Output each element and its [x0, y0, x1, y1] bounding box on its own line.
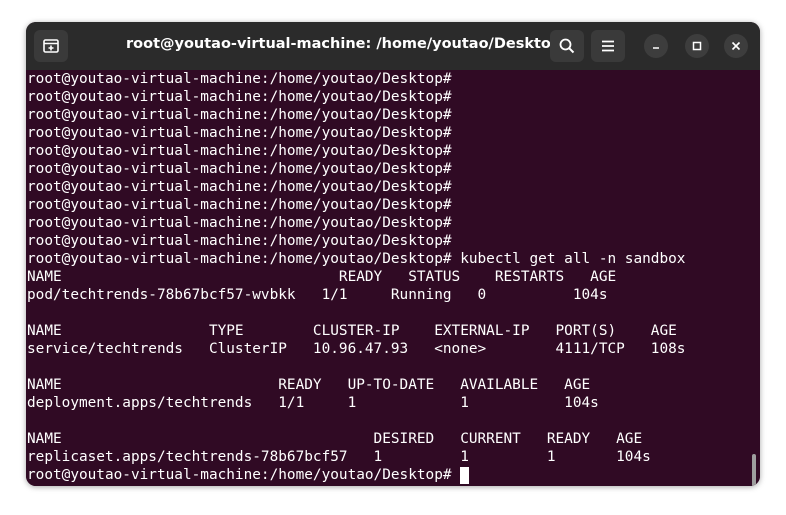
menu-button[interactable]	[591, 30, 625, 62]
search-icon	[559, 38, 575, 54]
terminal-line: root@youtao-virtual-machine:/home/youtao…	[27, 107, 452, 123]
terminal-line: root@youtao-virtual-machine:/home/youtao…	[27, 233, 452, 249]
terminal-lines: root@youtao-virtual-machine:/home/youtao…	[27, 70, 685, 484]
terminal-line: service/techtrends ClusterIP 10.96.47.93…	[27, 341, 686, 357]
terminal-line: NAME READY STATUS RESTARTS AGE	[27, 269, 617, 285]
current-prompt-line[interactable]: root@youtao-virtual-machine:/home/youtao…	[27, 466, 685, 484]
terminal-line: NAME TYPE CLUSTER-IP EXTERNAL-IP PORT(S)…	[27, 323, 677, 339]
terminal-line: root@youtao-virtual-machine:/home/youtao…	[27, 161, 452, 177]
terminal-line: root@youtao-virtual-machine:/home/youtao…	[27, 251, 686, 267]
close-button[interactable]	[724, 34, 748, 58]
terminal-line: pod/techtrends-78b67bcf57-wvbkk 1/1 Runn…	[27, 287, 608, 303]
current-prompt: root@youtao-virtual-machine:/home/youtao…	[27, 467, 461, 483]
terminal-line: root@youtao-virtual-machine:/home/youtao…	[27, 125, 452, 141]
minimize-icon	[653, 47, 659, 49]
scrollbar[interactable]	[752, 454, 756, 486]
hamburger-menu-icon	[602, 40, 614, 52]
title-bar[interactable]: root@youtao-virtual-machine: /home/youta…	[26, 22, 760, 70]
terminal-line: root@youtao-virtual-machine:/home/youtao…	[27, 89, 452, 105]
terminal-line: root@youtao-virtual-machine:/home/youtao…	[27, 71, 452, 87]
search-button[interactable]	[550, 30, 584, 62]
terminal-window: root@youtao-virtual-machine: /home/youta…	[26, 22, 760, 486]
close-icon	[731, 41, 741, 51]
window-title: root@youtao-virtual-machine: /home/youta…	[126, 36, 562, 52]
text-cursor	[460, 467, 470, 484]
terminal-line: NAME DESIRED CURRENT READY AGE	[27, 431, 643, 447]
terminal-line: root@youtao-virtual-machine:/home/youtao…	[27, 179, 452, 195]
new-tab-icon	[43, 39, 59, 53]
maximize-button[interactable]	[685, 34, 709, 58]
terminal-line: replicaset.apps/techtrends-78b67bcf57 1 …	[27, 449, 651, 465]
new-tab-button[interactable]	[34, 30, 68, 62]
minimize-button[interactable]	[644, 34, 668, 58]
terminal-line: deployment.apps/techtrends 1/1 1 1 104s	[27, 395, 599, 411]
terminal-output-area[interactable]: root@youtao-virtual-machine:/home/youtao…	[26, 70, 760, 486]
terminal-line: NAME READY UP-TO-DATE AVAILABLE AGE	[27, 377, 591, 393]
terminal-line: root@youtao-virtual-machine:/home/youtao…	[27, 215, 452, 231]
terminal-line: root@youtao-virtual-machine:/home/youtao…	[27, 143, 452, 159]
maximize-icon	[692, 41, 702, 51]
terminal-line: root@youtao-virtual-machine:/home/youtao…	[27, 197, 452, 213]
